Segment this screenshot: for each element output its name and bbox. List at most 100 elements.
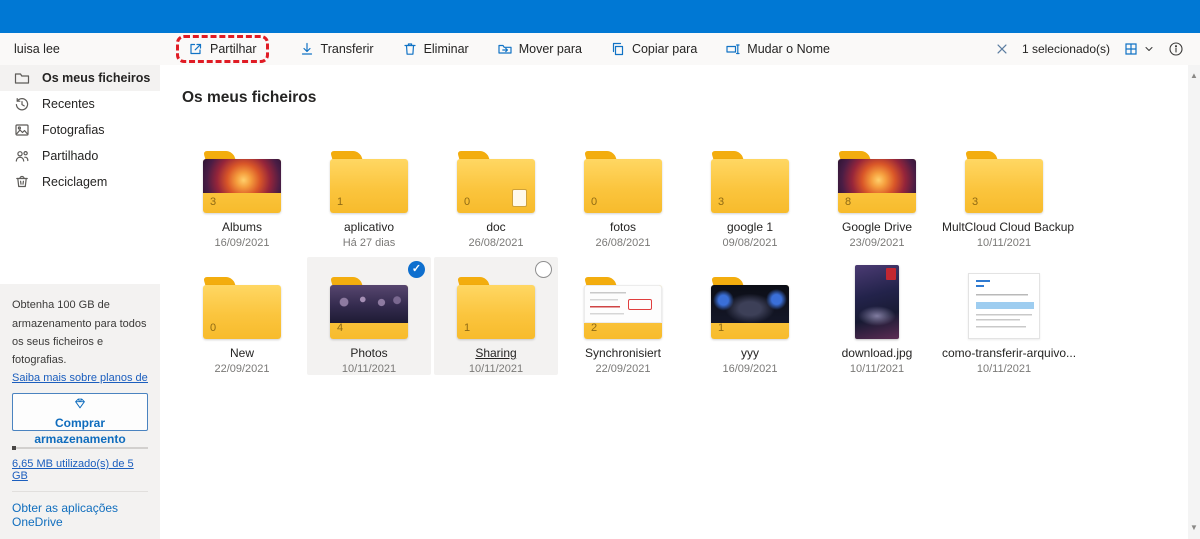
item-count: 1 bbox=[718, 322, 724, 334]
account-name: luisa lee bbox=[0, 42, 160, 56]
copy-to-button[interactable]: Copiar para bbox=[608, 39, 699, 59]
item-count: 0 bbox=[591, 196, 597, 208]
folder-icon: 1 bbox=[330, 151, 408, 213]
download-button[interactable]: Transferir bbox=[297, 39, 376, 59]
storage-usage-link[interactable]: 6,65 MB utilizado(s) de 5 GB bbox=[12, 458, 148, 482]
scroll-up-icon[interactable]: ▲ bbox=[1188, 69, 1200, 83]
item-count: 4 bbox=[337, 322, 343, 334]
folder-icon bbox=[14, 70, 30, 86]
tile-date: Há 27 dias bbox=[307, 237, 431, 249]
tile-name: Photos bbox=[307, 346, 431, 360]
folder-thumbnail bbox=[838, 159, 916, 193]
clear-selection-button[interactable] bbox=[995, 42, 1009, 56]
item-count: 2 bbox=[591, 322, 597, 334]
rename-icon bbox=[725, 41, 741, 57]
tile-date: 26/08/2021 bbox=[434, 237, 558, 249]
folder-icon: 1 bbox=[711, 277, 789, 339]
tile-name: New bbox=[180, 346, 304, 360]
tile-doc[interactable]: 0 doc 26/08/2021 bbox=[434, 131, 558, 249]
tile-date: 09/08/2021 bbox=[688, 237, 812, 249]
file-browser: Os meus ficheiros 3 Albums 16/09/2021 1 … bbox=[160, 65, 1200, 539]
tile-sharing[interactable]: 1 Sharing 10/11/2021 bbox=[434, 257, 558, 375]
page-title: Os meus ficheiros bbox=[182, 89, 1200, 107]
share-icon bbox=[188, 41, 204, 57]
tile-date: 23/09/2021 bbox=[815, 237, 939, 249]
image-thumbnail bbox=[855, 265, 899, 339]
folder-icon: 3 bbox=[203, 151, 281, 213]
tile-name: yyy bbox=[688, 346, 812, 360]
tile-date: 10/11/2021 bbox=[815, 363, 939, 375]
folder-icon: 2 bbox=[584, 277, 662, 339]
tile-date: 10/11/2021 bbox=[942, 363, 1066, 375]
tile-aplicativo[interactable]: 1 aplicativo Há 27 dias bbox=[307, 131, 431, 249]
tile-albums[interactable]: 3 Albums 16/09/2021 bbox=[180, 131, 304, 249]
sidebar-item-recycle-bin[interactable]: Reciclagem bbox=[0, 169, 160, 195]
vertical-scrollbar[interactable]: ▲ ▼ bbox=[1188, 65, 1200, 539]
storage-plans-link[interactable]: Saiba mais sobre planos de armazenamento bbox=[12, 372, 148, 384]
tile-date: 16/09/2021 bbox=[688, 363, 812, 375]
tile-name: como-transferir-arquivo... bbox=[942, 346, 1066, 360]
item-count: 0 bbox=[464, 196, 470, 208]
grid-view-icon bbox=[1123, 41, 1139, 57]
storage-promo: Obtenha 100 GB de armazenamento para tod… bbox=[0, 284, 160, 539]
document-badge-icon bbox=[512, 189, 527, 207]
folder-icon: 4 bbox=[330, 277, 408, 339]
trash-icon bbox=[402, 41, 418, 57]
tile-date: 10/11/2021 bbox=[942, 237, 1066, 249]
toolbar-actions: Partilhar Transferir Eliminar Mover para bbox=[176, 35, 995, 63]
folder-icon: 0 bbox=[457, 151, 535, 213]
document-thumbnail bbox=[968, 273, 1040, 339]
sidebar-item-recent[interactable]: Recentes bbox=[0, 91, 160, 117]
item-count: 8 bbox=[845, 196, 851, 208]
people-icon bbox=[14, 148, 30, 164]
folder-thumbnail bbox=[584, 285, 662, 323]
delete-button[interactable]: Eliminar bbox=[400, 39, 471, 59]
tile-new[interactable]: 0 New 22/09/2021 bbox=[180, 257, 304, 375]
sidebar: Os meus ficheiros Recentes Fotografias P… bbox=[0, 65, 160, 539]
storage-quota-bar bbox=[12, 447, 148, 449]
move-to-icon bbox=[497, 41, 513, 57]
tile-como-transferir[interactable]: como-transferir-arquivo... 10/11/2021 bbox=[942, 257, 1066, 375]
selection-circle-icon[interactable] bbox=[535, 261, 552, 278]
selected-check-icon[interactable]: ✓ bbox=[408, 261, 425, 278]
tile-yyy[interactable]: 1 yyy 16/09/2021 bbox=[688, 257, 812, 375]
tile-name: doc bbox=[434, 220, 558, 234]
tile-row: 0 New 22/09/2021 ✓ 4 Photos 10/11/2021 1 bbox=[180, 257, 1200, 375]
tile-google-1[interactable]: 3 google 1 09/08/2021 bbox=[688, 131, 812, 249]
tile-name: Synchronisiert bbox=[561, 346, 685, 360]
view-options-button[interactable] bbox=[1123, 41, 1155, 57]
item-count: 3 bbox=[718, 196, 724, 208]
onedrive-window: luisa lee Partilhar Transferir Eliminar bbox=[0, 0, 1200, 539]
share-button[interactable]: Partilhar bbox=[176, 35, 269, 63]
item-count: 1 bbox=[464, 322, 470, 334]
toolbar-right: 1 selecionado(s) bbox=[995, 41, 1200, 57]
info-button[interactable] bbox=[1168, 41, 1184, 57]
tile-download-jpg[interactable]: download.jpg 10/11/2021 bbox=[815, 257, 939, 375]
scroll-down-icon[interactable]: ▼ bbox=[1188, 521, 1200, 535]
image-icon bbox=[14, 122, 30, 138]
tile-synchronisiert[interactable]: 2 Synchronisiert 22/09/2021 bbox=[561, 257, 685, 375]
move-to-button[interactable]: Mover para bbox=[495, 39, 584, 59]
buy-storage-button[interactable]: Comprar armazenamento bbox=[12, 393, 148, 431]
tile-date: 10/11/2021 bbox=[434, 363, 558, 375]
folder-icon: 3 bbox=[965, 151, 1043, 213]
tile-fotos[interactable]: 0 fotos 26/08/2021 bbox=[561, 131, 685, 249]
tile-name: aplicativo bbox=[307, 220, 431, 234]
rename-button[interactable]: Mudar o Nome bbox=[723, 39, 832, 59]
tile-google-drive[interactable]: 8 Google Drive 23/09/2021 bbox=[815, 131, 939, 249]
tile-date: 22/09/2021 bbox=[561, 363, 685, 375]
get-onedrive-apps-link[interactable]: Obter as aplicações OneDrive bbox=[12, 491, 148, 529]
gem-icon bbox=[73, 396, 87, 410]
tile-name: fotos bbox=[561, 220, 685, 234]
tile-multcloud-backup[interactable]: 3 MultCloud Cloud Backup 10/11/2021 bbox=[942, 131, 1066, 249]
tile-row: 3 Albums 16/09/2021 1 aplicativo Há 27 d… bbox=[180, 131, 1200, 249]
folder-icon: 1 bbox=[457, 277, 535, 339]
sidebar-item-shared[interactable]: Partilhado bbox=[0, 143, 160, 169]
sidebar-item-my-files[interactable]: Os meus ficheiros bbox=[0, 65, 160, 91]
command-toolbar: luisa lee Partilhar Transferir Eliminar bbox=[0, 33, 1200, 65]
history-icon bbox=[14, 96, 30, 112]
sidebar-item-photos[interactable]: Fotografias bbox=[0, 117, 160, 143]
tile-photos[interactable]: ✓ 4 Photos 10/11/2021 bbox=[307, 257, 431, 375]
folder-icon: 0 bbox=[203, 277, 281, 339]
tile-name: google 1 bbox=[688, 220, 812, 234]
